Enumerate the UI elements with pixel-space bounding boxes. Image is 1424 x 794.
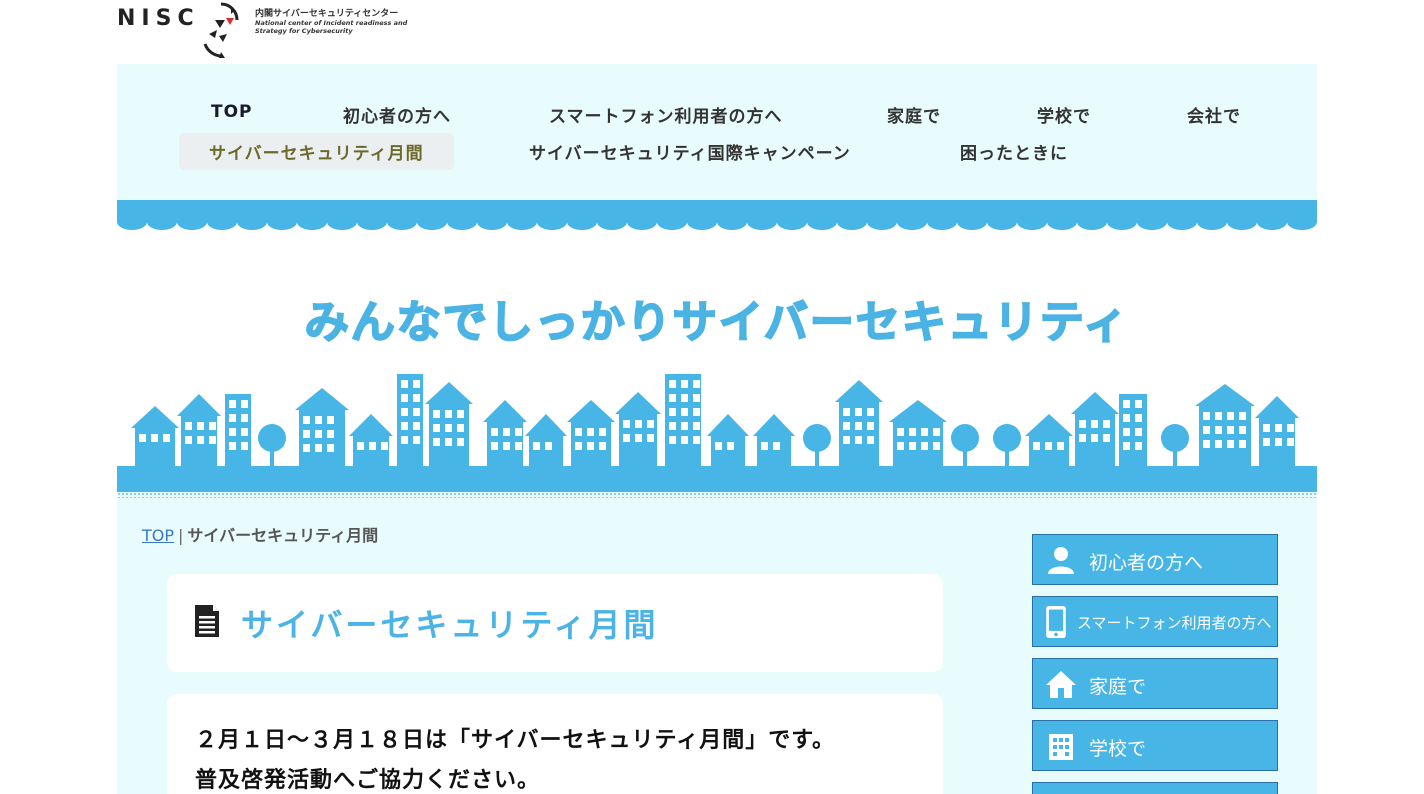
sidebar-item-label: 初心者の方へ [1089,552,1204,574]
page-title: サイバーセキュリティ月間 [241,606,659,644]
sidebar-item-beginners[interactable]: 初心者の方へ [1032,534,1278,585]
site-header: NISC 内閣サイバーセキュリティセンター National center of… [117,0,1317,64]
breadcrumb: TOP | サイバーセキュリティ月間 [142,522,378,546]
nav-item-company[interactable]: 会社で [1187,102,1241,127]
logo-text: 内閣サイバーセキュリティセンター National center of Inci… [255,6,445,35]
logo-jp-name: 内閣サイバーセキュリティセンター [255,9,399,19]
breadcrumb-separator: | [178,526,184,545]
person-icon [1048,547,1074,574]
house-icon [1046,671,1076,698]
nav-item-top[interactable]: TOP [211,102,253,122]
sidebar-item-smartphone[interactable]: スマートフォン利用者の方へ [1032,596,1278,647]
nav-item-school[interactable]: 学校で [1037,102,1091,127]
hero-banner: みんなでしっかりサイバーセキュリティ [117,234,1317,492]
smartphone-icon [1046,606,1066,638]
breadcrumb-current: サイバーセキュリティ月間 [187,526,379,545]
logo-mark-icon [203,2,239,58]
sidebar-item-label: スマートフォン利用者の方へ [1077,614,1272,632]
nav-item-home[interactable]: 家庭で [887,102,941,127]
hero-title: みんなでしっかりサイバーセキュリティ [304,296,1130,349]
document-icon [195,605,219,637]
nav-item-international-campaign[interactable]: サイバーセキュリティ国際キャンペーン [529,139,851,164]
building-icon [1049,734,1073,760]
nav-item-trouble[interactable]: 困ったときに [960,139,1068,164]
main-content: TOP | サイバーセキュリティ月間 サイバーセキュリティ月間 ２月１日～３月１８日… [117,498,1317,794]
nav-item-beginners[interactable]: 初心者の方へ [343,102,451,127]
townscape-illustration [117,374,1317,492]
page-title-card: サイバーセキュリティ月間 [167,574,943,672]
nav-item-smartphone[interactable]: スマートフォン利用者の方へ [549,102,783,127]
intro-card: ２月１日～３月１８日は「サイバーセキュリティ月間」です。 普及啓発活動へご協力く… [167,694,943,794]
intro-line-1: ２月１日～３月１８日は「サイバーセキュリティ月間」です。 [195,728,836,753]
logo-letters: NISC [117,6,200,31]
sidebar-item-label: 学校で [1089,738,1147,760]
sidebar-item-more[interactable] [1032,782,1278,794]
sidebar-item-home[interactable]: 家庭で [1032,658,1278,709]
sidebar-item-school[interactable]: 学校で [1032,720,1278,771]
breadcrumb-home-link[interactable]: TOP [142,526,174,545]
sidebar-item-label: 家庭で [1089,676,1147,698]
main-nav: TOP 初心者の方へ スマートフォン利用者の方へ 家庭で 学校で 会社で サイバ… [117,64,1317,200]
logo-en-line2: Strategy for Cybersecurity [255,27,353,35]
wave-divider [117,200,1317,230]
intro-line-2: 普及啓発活動へご協力ください。 [195,768,541,793]
nisc-logo[interactable]: NISC 内閣サイバーセキュリティセンター National center of… [117,0,437,60]
logo-en-line1: National center of Incident readiness an… [255,19,408,27]
nav-item-cybersecurity-month[interactable]: サイバーセキュリティ月間 [179,133,454,170]
